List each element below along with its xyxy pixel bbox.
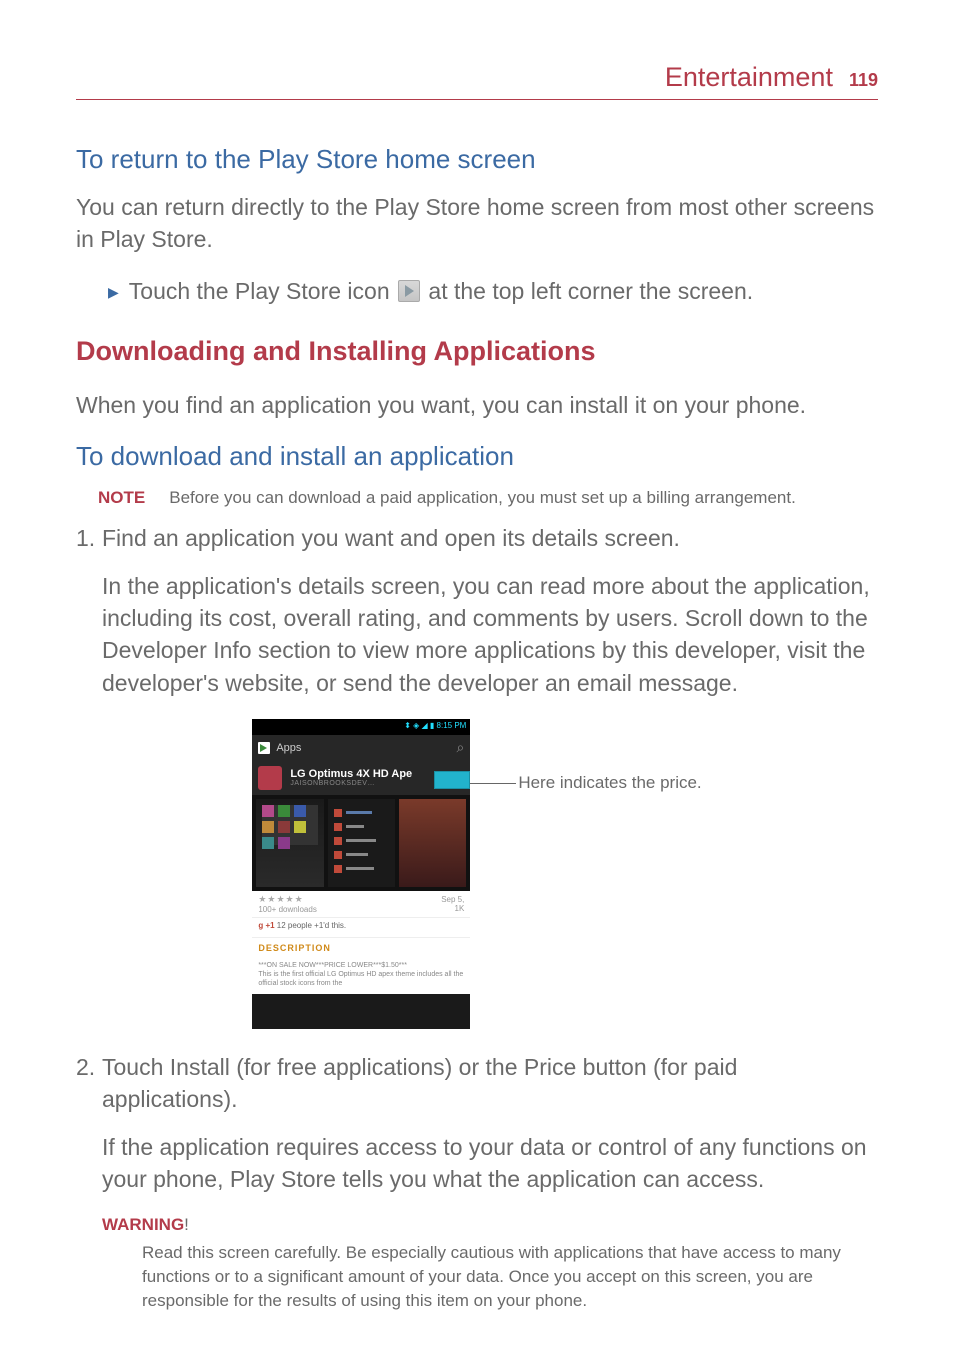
- warning-word: WARNING: [102, 1215, 184, 1234]
- app-bar-label: Apps: [276, 742, 301, 754]
- thumb: [256, 799, 323, 887]
- app-developer: JAISONBROOKSDEV…: [290, 780, 412, 787]
- step-number: 1.: [76, 522, 102, 554]
- star-rating: ★★★★★: [258, 894, 317, 905]
- step-2: 2. Touch Install (for free applications)…: [76, 1051, 878, 1115]
- warning-excl: !: [184, 1215, 189, 1234]
- app-title: LG Optimus 4X HD Ape: [290, 768, 412, 780]
- status-bar: ⬍ ◈ ◢ ▮ 8:15 PM: [252, 719, 470, 735]
- figure: ⬍ ◈ ◢ ▮ 8:15 PM Apps ⌕ LG Optimus 4X HD …: [76, 719, 878, 1029]
- heading-download-install: To download and install an application: [76, 441, 878, 472]
- step-2-detail: If the application requires access to yo…: [102, 1131, 878, 1195]
- phone-screenshot: ⬍ ◈ ◢ ▮ 8:15 PM Apps ⌕ LG Optimus 4X HD …: [252, 719, 470, 1029]
- note: NOTE Before you can download a paid appl…: [98, 488, 878, 508]
- size: 1K: [441, 904, 464, 913]
- callout-label: Here indicates the price.: [518, 773, 701, 793]
- heading-downloading: Downloading and Installing Applications: [76, 336, 878, 367]
- search-icon: ⌕: [456, 739, 464, 756]
- play-store-label: Play Store: [235, 278, 341, 304]
- text: at the top left corner the screen.: [422, 278, 753, 304]
- plus-one-text: 12 people +1'd this.: [275, 921, 347, 930]
- text: Touch the: [129, 278, 235, 304]
- price-button: [434, 771, 470, 789]
- text: icon: [341, 278, 396, 304]
- install-label: Install: [170, 1054, 230, 1080]
- bullet-item: ▶ Touch the Play Store icon at the top l…: [108, 275, 878, 307]
- warning-text: Read this screen carefully. Be especiall…: [142, 1241, 878, 1312]
- note-text: Before you can download a paid applicati…: [169, 488, 796, 508]
- price-label: Price: [524, 1054, 576, 1080]
- desc-line: ***ON SALE NOW***PRICE LOWER***$1.50***: [258, 961, 464, 970]
- callout-leader-line: [470, 783, 516, 784]
- text: Touch: [102, 1054, 170, 1080]
- app-bar: Apps ⌕: [252, 735, 470, 761]
- play-bag-icon: [258, 742, 270, 754]
- step-1-detail: In the application's details screen, you…: [102, 570, 878, 699]
- plus-one-row: g +1 12 people +1'd this.: [252, 917, 470, 937]
- desc-line: This is the first official LG Optimus HD…: [258, 970, 464, 988]
- date: Sep 5,: [441, 895, 464, 904]
- step-text: Find an application you want and open it…: [102, 522, 878, 554]
- paragraph: When you find an application you want, y…: [76, 389, 878, 421]
- thumb: [328, 799, 395, 887]
- warning-block: WARNING! Read this screen carefully. Be …: [102, 1215, 878, 1312]
- app-icon: [258, 766, 282, 790]
- page-header: Entertainment 119: [76, 62, 878, 100]
- note-label: NOTE: [98, 488, 145, 508]
- paragraph: You can return directly to the Play Stor…: [76, 191, 878, 255]
- bullet-arrow-icon: ▶: [108, 283, 119, 303]
- screenshot-row: [252, 795, 470, 891]
- step-number: 2.: [76, 1051, 102, 1115]
- thumb: [399, 799, 466, 887]
- step-1: 1. Find an application you want and open…: [76, 522, 878, 554]
- text: (for free applications) or the: [230, 1054, 524, 1080]
- heading-return-home: To return to the Play Store home screen: [76, 144, 878, 175]
- warning-label: WARNING!: [102, 1215, 878, 1235]
- bullet-text: Touch the Play Store icon at the top lef…: [129, 275, 753, 307]
- description-text: ***ON SALE NOW***PRICE LOWER***$1.50*** …: [252, 959, 470, 994]
- play-store-icon: [398, 280, 420, 302]
- section-title: Entertainment: [665, 62, 833, 93]
- downloads: 100+ downloads: [258, 905, 317, 914]
- g-plus-icon: g +1: [258, 921, 274, 930]
- page-number: 119: [849, 70, 878, 91]
- rating-row: ★★★★★ 100+ downloads Sep 5, 1K: [252, 891, 470, 917]
- description-label: DESCRIPTION: [252, 937, 470, 959]
- step-text: Touch Install (for free applications) or…: [102, 1051, 878, 1115]
